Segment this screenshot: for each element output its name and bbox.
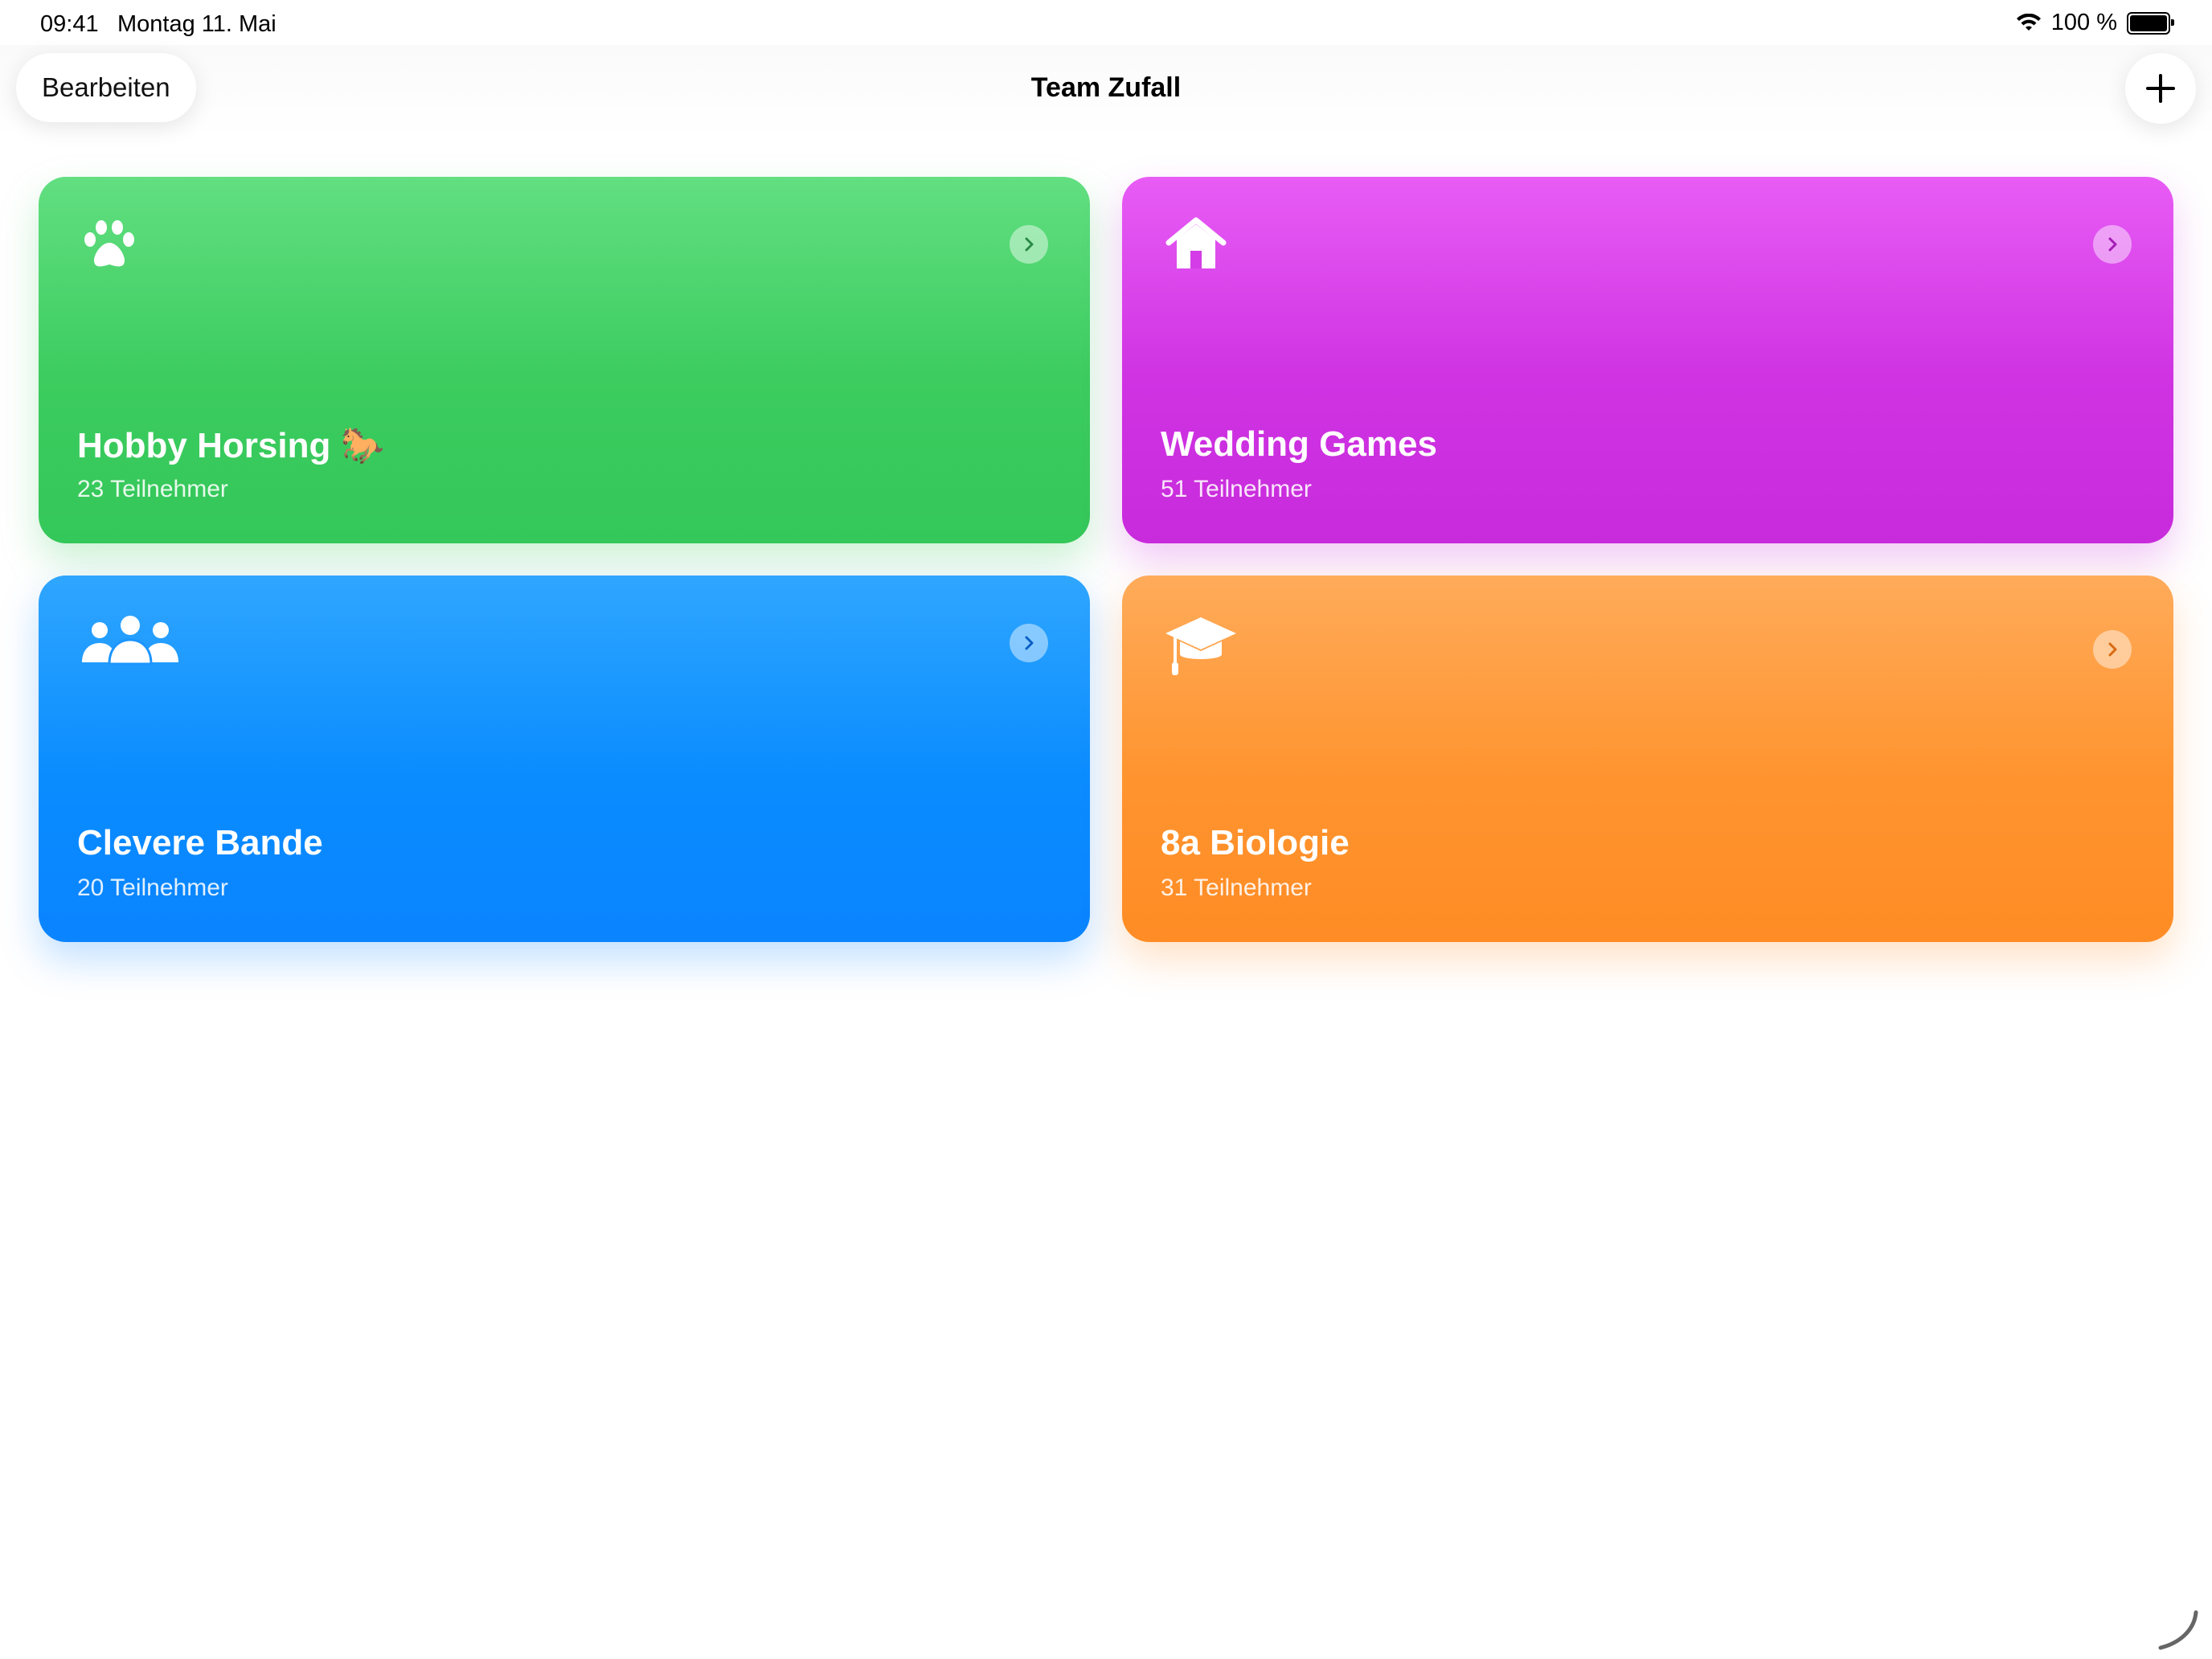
card-title: Hobby Horsing 🐎 — [77, 426, 385, 465]
card-subtitle: 31 Teilnehmer — [1161, 875, 1312, 901]
chevron-right-icon[interactable] — [1010, 225, 1048, 264]
status-date: Montag 11. Mai — [117, 11, 276, 37]
add-button[interactable] — [2125, 53, 2196, 124]
group-icon — [80, 614, 180, 670]
card-title: 8a Biologie — [1161, 823, 1350, 862]
team-card-8a-biologie[interactable]: 8a Biologie 31 Teilnehmer — [1122, 576, 2173, 942]
chevron-right-icon[interactable] — [1010, 624, 1048, 662]
card-subtitle: 51 Teilnehmer — [1161, 476, 1312, 502]
card-subtitle: 20 Teilnehmer — [77, 875, 228, 901]
page-title: Team Zufall — [1030, 72, 1182, 103]
navigation-bar: Bearbeiten Team Zufall — [0, 45, 2212, 138]
status-time: 09:41 — [40, 11, 99, 37]
card-subtitle: 23 Teilnehmer — [77, 476, 228, 502]
graduation-cap-icon — [1164, 614, 1238, 684]
chevron-right-icon[interactable] — [2093, 630, 2132, 669]
team-card-hobby-horsing[interactable]: Hobby Horsing 🐎 23 Teilnehmer — [39, 177, 1090, 543]
team-card-wedding-games[interactable]: Wedding Games 51 Teilnehmer — [1122, 177, 2173, 543]
card-title: Clevere Bande — [77, 823, 323, 862]
wifi-icon — [2016, 13, 2041, 31]
corner-indicator-icon — [2158, 1610, 2198, 1650]
chevron-right-icon[interactable] — [2093, 225, 2132, 264]
battery-icon — [2127, 11, 2174, 35]
house-icon — [1164, 215, 1228, 277]
team-card-clevere-bande[interactable]: Clevere Bande 20 Teilnehmer — [39, 576, 1090, 942]
status-bar: 09:41 Montag 11. Mai 100 % — [0, 0, 2212, 51]
paw-icon — [80, 215, 138, 277]
status-indicators: 100 % — [2016, 10, 2174, 36]
battery-percent: 100 % — [2050, 10, 2117, 35]
plus-icon — [2146, 74, 2175, 103]
card-title: Wedding Games — [1161, 424, 1437, 464]
